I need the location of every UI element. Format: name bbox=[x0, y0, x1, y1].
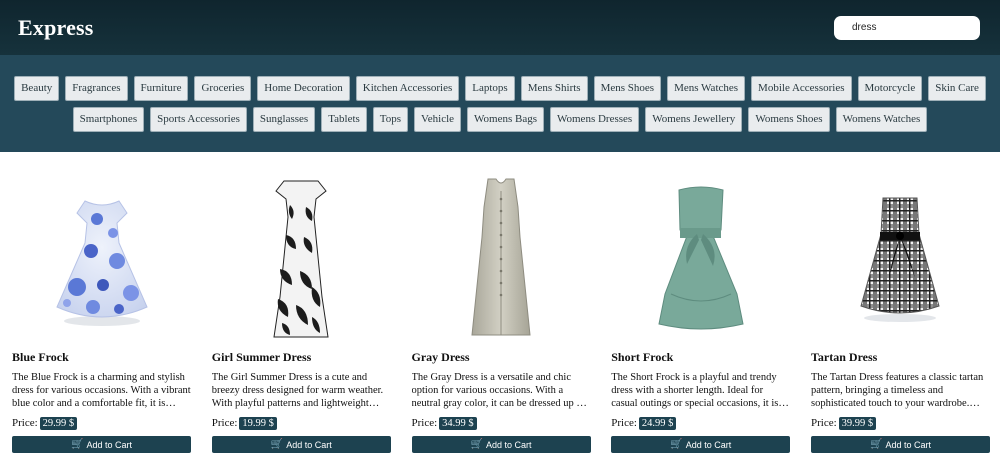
price-badge: 34.99 $ bbox=[439, 416, 477, 430]
category-womens-watches[interactable]: Womens Watches bbox=[835, 106, 928, 132]
brand-logo[interactable]: Express bbox=[18, 15, 94, 41]
price-label: Price: bbox=[811, 417, 837, 429]
price-badge: 29.99 $ bbox=[39, 416, 78, 430]
add-to-cart-button[interactable]: 🛒 Add to Cart bbox=[811, 436, 990, 453]
category-furniture[interactable]: Furniture bbox=[133, 75, 189, 101]
add-to-cart-label: Add to Cart bbox=[286, 439, 332, 450]
category-tops[interactable]: Tops bbox=[372, 106, 409, 132]
price-label: Price: bbox=[411, 417, 438, 429]
category-mens-shoes[interactable]: Mens Shoes bbox=[593, 75, 662, 101]
short-frock-image-icon bbox=[658, 186, 744, 330]
category-mens-shirts[interactable]: Mens Shirts bbox=[520, 75, 588, 101]
cart-icon: 🛒 bbox=[870, 438, 883, 450]
summer-dress-image-icon bbox=[273, 180, 329, 337]
product-name[interactable]: Blue Frock bbox=[12, 350, 191, 366]
category-womens-jewellery[interactable]: Womens Jewellery bbox=[645, 106, 743, 132]
category-kitchen-accessories[interactable]: Kitchen Accessories bbox=[355, 75, 460, 101]
category-womens-dresses[interactable]: Womens Dresses bbox=[550, 106, 640, 132]
blue-frock-image-icon bbox=[55, 200, 148, 326]
add-to-cart-label: Add to Cart bbox=[885, 439, 931, 450]
category-sunglasses[interactable]: Sunglasses bbox=[252, 106, 316, 132]
price-row: Price: 34.99 $ bbox=[412, 414, 591, 432]
price-label: Price: bbox=[611, 417, 637, 429]
product-name[interactable]: Gray Dress bbox=[412, 350, 591, 366]
product-card: Tartan Dress The Tartan Dress features a… bbox=[811, 174, 990, 453]
category-mobile-accessories[interactable]: Mobile Accessories bbox=[751, 75, 852, 101]
product-name[interactable]: Short Frock bbox=[611, 350, 790, 366]
category-fragrances[interactable]: Fragrances bbox=[65, 75, 128, 101]
category-womens-shoes[interactable]: Womens Shoes bbox=[748, 106, 830, 132]
product-name[interactable]: Tartan Dress bbox=[811, 350, 990, 366]
product-image[interactable] bbox=[12, 174, 191, 344]
product-description: The Blue Frock is a charming and stylish… bbox=[12, 372, 191, 409]
product-description: The Girl Summer Dress is a cute and bree… bbox=[211, 372, 384, 409]
product-card: Girl Summer Dress The Girl Summer Dress … bbox=[211, 174, 391, 453]
product-card: Blue Frock The Blue Frock is a charming … bbox=[12, 174, 191, 453]
search-input[interactable] bbox=[834, 15, 980, 40]
price-badge: 19.99 $ bbox=[239, 416, 277, 430]
product-description: The Gray Dress is a versatile and chic o… bbox=[411, 372, 586, 409]
category-row-2: Smartphones Sports Accessories Sunglasse… bbox=[72, 106, 928, 132]
category-mens-watches[interactable]: Mens Watches bbox=[667, 75, 746, 101]
price-row: Price: 24.99 $ bbox=[611, 414, 790, 432]
product-image[interactable] bbox=[412, 174, 591, 344]
cart-icon: 🛒 bbox=[670, 438, 683, 450]
price-row: Price: 39.99 $ bbox=[811, 414, 990, 432]
category-womens-bags[interactable]: Womens Bags bbox=[467, 106, 544, 132]
product-image[interactable] bbox=[212, 174, 391, 344]
category-tablets[interactable]: Tablets bbox=[321, 106, 367, 132]
category-sports-accessories[interactable]: Sports Accessories bbox=[150, 106, 247, 132]
gray-dress-image-icon bbox=[471, 178, 531, 335]
category-bar: Beauty Fragrances Furniture Groceries Ho… bbox=[0, 55, 1000, 152]
add-to-cart-label: Add to Cart bbox=[485, 439, 532, 450]
product-image[interactable] bbox=[811, 174, 990, 344]
add-to-cart-button[interactable]: 🛒 Add to Cart bbox=[211, 436, 391, 453]
price-label: Price: bbox=[12, 417, 38, 429]
price-row: Price: 19.99 $ bbox=[212, 414, 391, 432]
add-to-cart-button[interactable]: 🛒 Add to Cart bbox=[611, 436, 791, 453]
product-name[interactable]: Girl Summer Dress bbox=[212, 350, 391, 366]
tartan-dress-image-icon bbox=[860, 197, 940, 322]
product-description: The Tartan Dress features a classic tart… bbox=[811, 372, 984, 409]
add-to-cart-button[interactable]: 🛒 Add to Cart bbox=[411, 436, 591, 453]
category-row-1: Beauty Fragrances Furniture Groceries Ho… bbox=[14, 75, 986, 101]
product-card: Gray Dress The Gray Dress is a versatile… bbox=[411, 174, 591, 453]
product-image[interactable] bbox=[611, 174, 790, 344]
header: Express bbox=[0, 0, 1000, 55]
category-laptops[interactable]: Laptops bbox=[465, 75, 515, 101]
price-badge: 24.99 $ bbox=[638, 416, 677, 430]
category-home-decoration[interactable]: Home Decoration bbox=[257, 75, 350, 101]
cart-icon: 🛒 bbox=[470, 438, 483, 450]
category-groceries[interactable]: Groceries bbox=[194, 75, 252, 101]
add-to-cart-label: Add to Cart bbox=[685, 439, 732, 450]
cart-icon: 🛒 bbox=[270, 438, 284, 450]
product-description: The Short Frock is a playful and trendy … bbox=[611, 372, 779, 409]
cart-icon: 🛒 bbox=[71, 438, 84, 450]
price-badge: 39.99 $ bbox=[838, 416, 877, 430]
category-motorcycle[interactable]: Motorcycle bbox=[857, 75, 923, 101]
category-vehicle[interactable]: Vehicle bbox=[414, 106, 462, 132]
product-card: Short Frock The Short Frock is a playful… bbox=[611, 174, 791, 453]
category-beauty[interactable]: Beauty bbox=[14, 75, 60, 101]
product-grid: Blue Frock The Blue Frock is a charming … bbox=[0, 152, 1000, 453]
price-label: Price: bbox=[211, 417, 238, 429]
add-to-cart-button[interactable]: 🛒 Add to Cart bbox=[12, 436, 191, 453]
add-to-cart-label: Add to Cart bbox=[86, 439, 132, 450]
category-skin-care[interactable]: Skin Care bbox=[928, 75, 986, 101]
price-row: Price: 29.99 $ bbox=[12, 414, 191, 432]
category-smartphones[interactable]: Smartphones bbox=[72, 106, 145, 132]
